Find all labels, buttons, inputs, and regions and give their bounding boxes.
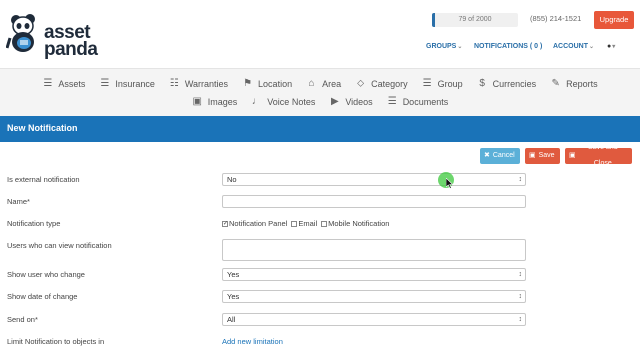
document-icon: ☰ xyxy=(100,78,110,89)
show-date-select[interactable]: Yes xyxy=(222,290,526,303)
home-icon: ⌂ xyxy=(308,78,315,89)
cancel-label: Cancel xyxy=(492,152,515,159)
map-pin-icon: ⚑ xyxy=(243,78,253,89)
module-navbar: ☰ Assets ☰ Insurance ☷ Warranties ⚑ Location ⌂ Ar… xyxy=(0,68,640,116)
external-notification-label: Is external notification xyxy=(7,175,80,184)
document-icon: ☰ xyxy=(387,96,397,107)
document-icon: ☰ xyxy=(422,78,432,89)
notification-type-option-label: Email xyxy=(298,219,318,228)
asset-usage-meter: 79 of 2000 xyxy=(432,13,518,27)
nav-item-location[interactable]: ⚑ Location xyxy=(242,78,292,89)
page-title: New Notification xyxy=(7,123,78,133)
page-title-bar: New Notification xyxy=(0,116,640,142)
nav-item-reports[interactable]: ✎ Reports xyxy=(550,78,598,89)
save-and-close-label: Save and Close xyxy=(588,144,618,167)
groups-menu[interactable]: GROUPS⌄ xyxy=(426,43,462,50)
nav-item-warranties[interactable]: ☷ Warranties xyxy=(169,78,228,89)
notification-type-checkboxes: ✓ Notification Panel Email Mobile Notificat… xyxy=(222,219,389,228)
nav-item-label: Voice Notes xyxy=(267,96,316,107)
video-icon: ▶ xyxy=(330,96,339,107)
name-input[interactable] xyxy=(222,195,526,208)
account-menu[interactable]: ACCOUNT⌄ xyxy=(553,43,594,50)
nav-item-label: Area xyxy=(322,78,342,89)
users-input[interactable] xyxy=(222,239,526,261)
checkbox-icon[interactable] xyxy=(291,220,298,227)
document-icon: ☰ xyxy=(43,78,53,89)
panda-mascot-icon xyxy=(6,14,35,52)
nav-item-videos[interactable]: ▶ Videos xyxy=(329,96,373,107)
user-menu[interactable]: ●▾ xyxy=(607,43,615,50)
nav-item-voice-notes[interactable]: ♩ Voice Notes xyxy=(251,96,316,107)
chevron-down-icon: ▾ xyxy=(612,44,616,50)
brand-line-2: panda xyxy=(44,39,98,60)
asset-panda-logo[interactable]: asset panda xyxy=(6,10,98,60)
notification-type-label: Notification type xyxy=(7,219,61,228)
nav-item-label: Category xyxy=(371,78,408,89)
add-new-limitation-link[interactable]: Add new limitation xyxy=(222,337,283,346)
notification-type-option-notification-panel[interactable]: ✓ Notification Panel xyxy=(222,219,287,228)
list-icon: ☷ xyxy=(169,78,179,89)
chevron-down-icon: ⌄ xyxy=(457,44,463,50)
usage-text: 79 of 2000 xyxy=(458,16,492,23)
save-button[interactable]: ▣ Save xyxy=(525,148,560,164)
nav-item-label: Videos xyxy=(345,96,373,107)
notifications-menu-label: NOTIFICATIONS ( 0 ) xyxy=(474,43,543,50)
send-on-select[interactable]: All xyxy=(222,313,526,326)
user-icon: ● xyxy=(607,43,612,50)
cancel-button[interactable]: ✖ Cancel xyxy=(480,148,520,164)
edit-icon: ✎ xyxy=(551,78,560,89)
show-user-select[interactable]: Yes xyxy=(222,268,526,281)
account-menu-label: ACCOUNT xyxy=(553,43,588,50)
nav-item-images[interactable]: ▣ Images xyxy=(192,96,238,107)
show-user-label: Show user who change xyxy=(7,270,85,279)
groups-menu-label: GROUPS xyxy=(426,43,457,50)
external-notification-select[interactable]: No xyxy=(222,173,526,186)
name-label: Name* xyxy=(7,197,30,206)
nav-item-label: Reports xyxy=(566,78,598,89)
nav-item-insurance[interactable]: ☰ Insurance xyxy=(99,78,155,89)
nav-item-label: Location xyxy=(258,78,293,89)
save-and-close-button[interactable]: ▣ Save and Close xyxy=(565,144,632,167)
nav-item-label: Insurance xyxy=(115,78,155,89)
nav-item-label: Documents xyxy=(402,96,449,107)
camera-icon: ▣ xyxy=(192,96,202,107)
nav-item-category[interactable]: ⬦ Category xyxy=(355,78,408,89)
dollar-icon: $ xyxy=(479,78,485,89)
mouse-pointer-icon xyxy=(446,178,454,189)
upgrade-button[interactable]: Upgrade xyxy=(594,11,634,29)
nav-item-assets[interactable]: ☰ Assets xyxy=(42,78,85,89)
notification-type-option-mobile-notification[interactable]: Mobile Notification xyxy=(321,219,389,228)
nav-item-area[interactable]: ⌂ Area xyxy=(306,78,342,89)
nav-item-label: Warranties xyxy=(184,78,229,89)
show-date-label: Show date of change xyxy=(7,292,78,301)
app-header: asset panda 79 of 2000 (855) 214-1521 Up… xyxy=(0,0,640,68)
send-on-label: Send on* xyxy=(7,315,38,324)
brand-wordmark: asset panda xyxy=(44,23,98,60)
save-label: Save xyxy=(538,152,555,159)
nav-item-label: Images xyxy=(207,96,238,107)
save-icon: ▣ xyxy=(569,152,576,159)
notification-type-option-email[interactable]: Email xyxy=(291,219,317,228)
tags-icon: ⬦ xyxy=(357,78,365,89)
support-phone: (855) 214-1521 xyxy=(530,14,582,23)
nav-item-currencies[interactable]: $ Currencies xyxy=(477,78,537,89)
nav-item-group[interactable]: ☰ Group xyxy=(422,78,463,89)
module-nav-row-2: ▣ Images ♩ Voice Notes ▶ Videos ☰ Documents xyxy=(0,96,640,107)
checkbox-checked-icon[interactable]: ✓ xyxy=(222,220,228,227)
checkbox-icon[interactable] xyxy=(321,220,328,227)
close-icon: ✖ xyxy=(484,152,490,159)
chevron-down-icon: ⌄ xyxy=(589,44,595,50)
notifications-menu[interactable]: NOTIFICATIONS ( 0 ) xyxy=(474,43,542,50)
nav-item-documents[interactable]: ☰ Documents xyxy=(387,96,449,107)
notification-type-option-label: Notification Panel xyxy=(229,219,288,228)
notification-type-option-label: Mobile Notification xyxy=(328,219,390,228)
users-label: Users who can view notification xyxy=(7,241,112,250)
microphone-icon: ♩ xyxy=(251,96,262,107)
save-icon: ▣ xyxy=(529,152,536,159)
nav-item-label: Group xyxy=(437,78,463,89)
nav-item-label: Currencies xyxy=(492,78,537,89)
limit-label: Limit Notification to objects in xyxy=(7,337,105,346)
nav-item-label: Assets xyxy=(58,78,86,89)
module-nav-row-1: ☰ Assets ☰ Insurance ☷ Warranties ⚑ Location ⌂ Ar… xyxy=(0,78,640,89)
